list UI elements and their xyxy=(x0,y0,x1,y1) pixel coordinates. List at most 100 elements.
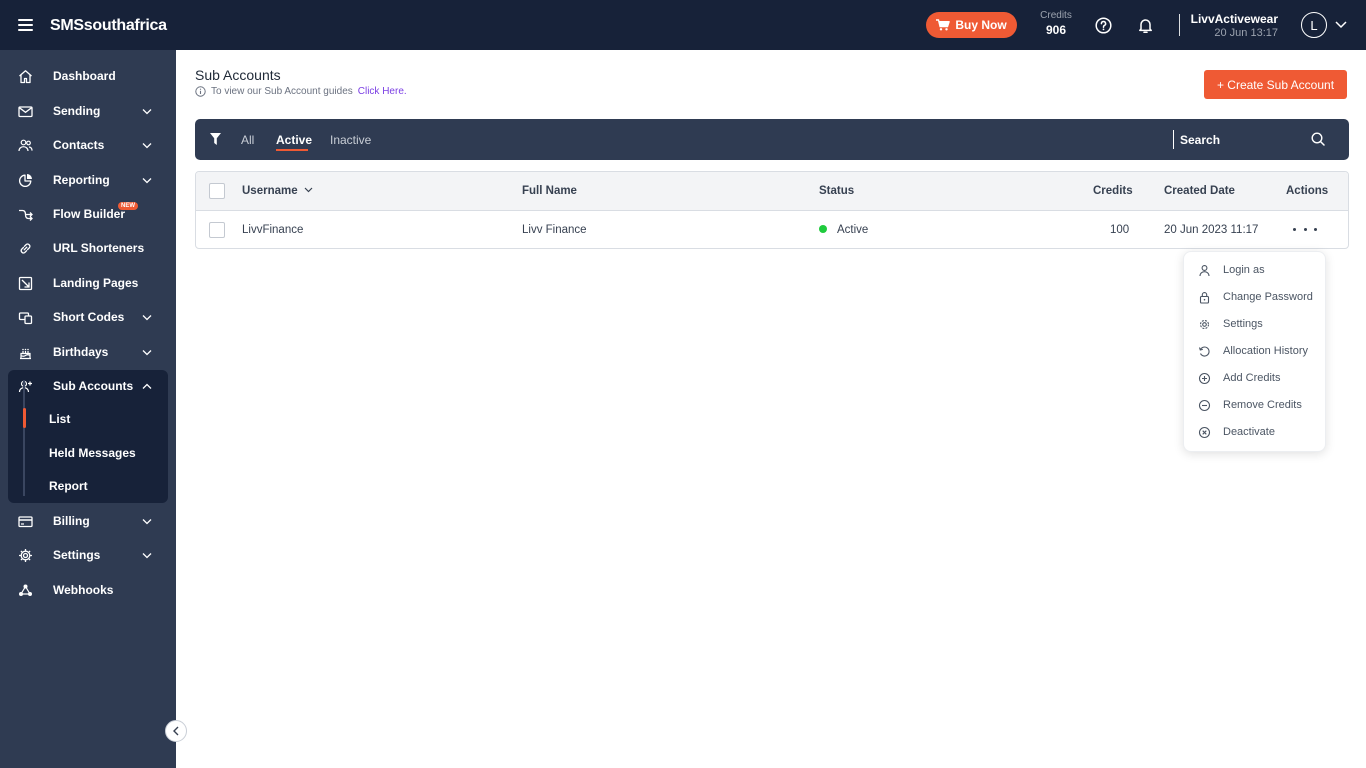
avatar[interactable]: L xyxy=(1301,12,1327,38)
collapse-sidebar-button[interactable] xyxy=(165,720,187,742)
status-text: Active xyxy=(837,224,869,236)
user-info[interactable]: LivvActivewear 20 Jun 13:17 xyxy=(1191,12,1278,39)
sidebar-item-label: Landing Pages xyxy=(53,276,139,290)
menu-item-label: Change Password xyxy=(1223,291,1313,303)
row-checkbox[interactable] xyxy=(209,222,225,238)
filter-bar: All Active Inactive xyxy=(195,119,1349,160)
column-header-label: Username xyxy=(242,185,298,197)
sidebar-item-sub-accounts[interactable]: Sub Accounts xyxy=(0,369,176,403)
chevron-down-icon xyxy=(142,518,152,524)
mail-icon xyxy=(18,105,33,117)
short-codes-icon xyxy=(18,311,33,324)
credits-label: Credits xyxy=(1040,10,1072,21)
bell-icon[interactable] xyxy=(1137,17,1154,34)
help-icon[interactable] xyxy=(1095,17,1112,34)
cell-full-name: Livv Finance xyxy=(522,224,587,236)
menu-item-label: Allocation History xyxy=(1223,345,1308,357)
buy-now-button[interactable]: Buy Now xyxy=(926,12,1017,38)
menu-item-label: Remove Credits xyxy=(1223,399,1302,411)
pie-chart-icon xyxy=(18,173,32,187)
select-all-checkbox[interactable] xyxy=(209,183,225,199)
create-sub-account-button[interactable]: + Create Sub Account xyxy=(1204,70,1347,99)
info-icon xyxy=(195,86,206,97)
user-plus-icon xyxy=(18,380,32,392)
sidebar-item-dashboard[interactable]: Dashboard xyxy=(0,59,176,93)
sidebar-item-short-codes[interactable]: Short Codes xyxy=(0,300,176,334)
menu-item-allocation-history[interactable]: Allocation History xyxy=(1184,338,1327,364)
sidebar-item-label: Settings xyxy=(53,548,101,562)
column-header-full-name: Full Name xyxy=(522,185,577,197)
sidebar-item-label: Birthdays xyxy=(53,345,109,359)
menu-item-remove-credits[interactable]: Remove Credits xyxy=(1184,392,1327,418)
user-datetime: 20 Jun 13:17 xyxy=(1214,27,1278,39)
chevron-down-icon xyxy=(142,108,152,114)
minus-circle-icon xyxy=(1198,399,1211,411)
table-header: Username Full Name Status Credits Create… xyxy=(196,172,1348,211)
status-dot-icon xyxy=(819,225,827,233)
menu-item-settings[interactable]: Settings xyxy=(1184,311,1327,337)
brand-logo[interactable]: SMSsouthafrica xyxy=(50,17,167,35)
search-icon[interactable] xyxy=(1311,132,1325,146)
cell-username: LivvFinance xyxy=(242,224,304,236)
tab-active[interactable]: Active xyxy=(276,133,312,147)
buy-now-label: Buy Now xyxy=(955,18,1007,32)
history-icon xyxy=(1198,345,1210,357)
credits-indicator: Credits 906 xyxy=(1036,10,1076,37)
menu-item-deactivate[interactable]: Deactivate xyxy=(1184,419,1327,445)
sidebar-item-webhooks[interactable]: Webhooks xyxy=(0,573,176,607)
chevron-down-icon[interactable] xyxy=(1335,20,1347,29)
menu-item-login-as[interactable]: Login as xyxy=(1184,257,1327,283)
sidebar-item-reporting[interactable]: Reporting xyxy=(0,163,176,197)
actions-menu: Login as Change Password Settings Alloca… xyxy=(1183,251,1326,452)
sidebar-subitem-list[interactable]: List xyxy=(49,412,70,426)
sub-accounts-table: Username Full Name Status Credits Create… xyxy=(195,171,1349,249)
sidebar-item-url-shorteners[interactable]: URL Shorteners xyxy=(0,231,176,265)
menu-item-add-credits[interactable]: Add Credits xyxy=(1184,365,1327,391)
sidebar-item-billing[interactable]: Billing xyxy=(0,504,176,538)
sidebar-item-contacts[interactable]: Contacts xyxy=(0,128,176,162)
sidebar-item-landing-pages[interactable]: Landing Pages xyxy=(0,266,176,300)
sidebar-item-label: Billing xyxy=(53,514,90,528)
sidebar-item-label: Short Codes xyxy=(53,310,125,324)
flow-icon xyxy=(19,209,33,221)
sidebar-item-label: Sub Accounts xyxy=(53,379,134,393)
gear-icon xyxy=(1199,319,1210,329)
column-header-status: Status xyxy=(819,185,855,197)
landing-page-icon xyxy=(18,276,33,290)
sidebar-item-flow-builder[interactable]: Flow Builder NEW xyxy=(0,197,176,231)
new-badge: NEW xyxy=(118,202,138,210)
sidebar-item-sending[interactable]: Sending xyxy=(0,94,176,128)
tab-all[interactable]: All xyxy=(241,133,254,147)
sidebar-item-birthdays[interactable]: Birthdays xyxy=(0,335,176,369)
tab-inactive[interactable]: Inactive xyxy=(330,133,371,147)
sidebar-item-settings[interactable]: Settings xyxy=(0,538,176,572)
menu-item-label: Deactivate xyxy=(1223,426,1275,438)
menu-item-change-password[interactable]: Change Password xyxy=(1184,284,1327,310)
user-name: LivvActivewear xyxy=(1190,12,1278,26)
chevron-down-icon xyxy=(142,552,152,558)
sidebar-item-label: Flow Builder xyxy=(53,207,125,221)
sidebar: Dashboard Sending Contacts Reporting Flo… xyxy=(0,50,176,768)
sidebar-subitem-report[interactable]: Report xyxy=(49,479,88,493)
card-icon xyxy=(18,515,33,527)
column-header-actions: Actions xyxy=(1286,185,1329,197)
topbar-divider xyxy=(1179,14,1180,36)
chevron-down-icon xyxy=(142,177,152,183)
menu-icon[interactable] xyxy=(18,19,33,31)
filter-icon[interactable] xyxy=(210,133,221,145)
chevron-down-icon xyxy=(142,349,152,355)
link-icon xyxy=(20,242,31,254)
sidebar-subitem-held-messages[interactable]: Held Messages xyxy=(49,446,136,460)
gear-icon xyxy=(19,548,32,562)
column-header-username[interactable]: Username xyxy=(242,185,313,197)
guides-link[interactable]: Click Here. xyxy=(358,86,407,97)
menu-item-label: Add Credits xyxy=(1223,372,1281,384)
search-divider xyxy=(1173,130,1174,149)
row-actions-button[interactable] xyxy=(1293,223,1317,235)
menu-item-label: Login as xyxy=(1223,264,1265,276)
search-input[interactable] xyxy=(1180,129,1300,150)
chevron-left-icon xyxy=(173,726,179,736)
plus-circle-icon xyxy=(1198,372,1211,384)
submenu-active-indicator xyxy=(23,408,26,428)
active-tab-indicator xyxy=(276,149,308,151)
